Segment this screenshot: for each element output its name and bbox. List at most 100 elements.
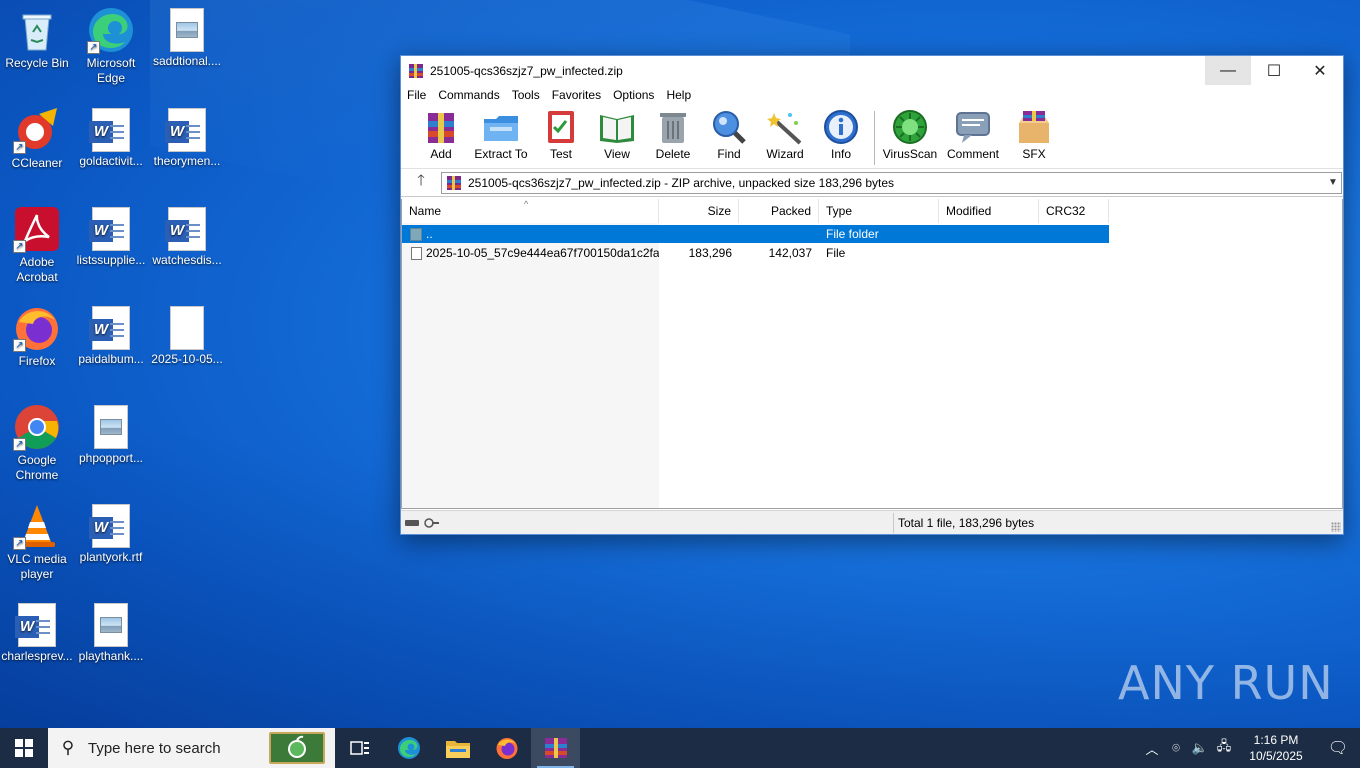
desktop-icon-adobe-acrobat[interactable]: ↗ Adobe Acrobat — [0, 205, 74, 285]
desktop-icon-playthank[interactable]: playthank.... — [74, 601, 148, 664]
column-header-crc32[interactable]: CRC32 — [1039, 199, 1109, 223]
column-header-modified[interactable]: Modified — [939, 199, 1039, 223]
desktop-icon-2025-10-05[interactable]: 2025-10-05... — [150, 304, 224, 367]
test-button[interactable]: Test — [533, 109, 589, 161]
desktop-icon-phpopport[interactable]: phpopport... — [74, 403, 148, 466]
winrar-icon — [447, 175, 461, 190]
chrome-icon: ↗ — [13, 403, 61, 451]
shortcut-arrow-icon: ↗ — [13, 141, 26, 154]
comment-button[interactable]: Comment — [940, 109, 1006, 161]
desktop-icon-listssupplie[interactable]: W listssupplie... — [74, 205, 148, 268]
desktop-icon-saddtional[interactable]: saddtional.... — [150, 6, 224, 69]
desktop-icon-label: goldactivit... — [79, 154, 143, 168]
cell-type: File — [826, 246, 846, 260]
drive-key-icon — [405, 517, 439, 528]
table-row[interactable]: .. File folder — [402, 225, 1109, 243]
column-header-size[interactable]: Size — [659, 199, 739, 223]
file-list[interactable]: Name ^ Size Packed Type Modified CRC32 ..… — [401, 199, 1343, 509]
taskbar-winrar[interactable] — [531, 728, 580, 768]
status-bar: Total 1 file, 183,296 bytes — [401, 510, 1343, 534]
desktop-icon-edge[interactable]: ↗ Microsoft Edge — [74, 6, 148, 86]
desktop-icon-label: Firefox — [18, 354, 56, 368]
tool-label: VirusScan — [882, 147, 938, 161]
maximize-button[interactable]: ☐ — [1251, 56, 1297, 85]
column-header-type[interactable]: Type — [819, 199, 939, 223]
desktop-icon-vlc[interactable]: ↗ VLC media player — [0, 502, 74, 582]
desktop-icon-label: charlesprev... — [1, 649, 73, 663]
column-header-packed[interactable]: Packed — [739, 199, 819, 223]
taskbar-firefox[interactable] — [482, 728, 531, 768]
menu-favorites[interactable]: Favorites — [546, 85, 607, 105]
desktop-icon-google-chrome[interactable]: ↗ Google Chrome — [0, 403, 74, 483]
desktop-icon-label: paidalbum... — [78, 352, 144, 366]
desktop-icon-theorymen[interactable]: W theorymen... — [150, 106, 224, 169]
start-button[interactable] — [0, 728, 48, 768]
volume-icon[interactable]: 🔈 — [1188, 740, 1212, 756]
firefox-icon — [496, 738, 517, 759]
cell-size: 183,296 — [688, 246, 732, 260]
tool-label: Wizard — [766, 147, 804, 161]
menu-commands[interactable]: Commands — [432, 85, 505, 105]
add-button[interactable]: Add — [413, 109, 469, 161]
winrar-window: 251005-qcs36szjz7_pw_infected.zip — ☐ ✕ … — [400, 55, 1344, 535]
taskbar-file-explorer[interactable] — [433, 728, 482, 768]
menu-help[interactable]: Help — [660, 85, 697, 105]
chevron-down-icon[interactable]: ▼ — [1325, 177, 1341, 188]
task-view-button[interactable] — [335, 728, 384, 768]
word-document-icon: W — [89, 207, 130, 251]
word-document-icon: W — [89, 504, 130, 548]
desktop-icon-label: theorymen... — [153, 154, 221, 168]
image-file-icon — [94, 603, 128, 647]
extract-to-button[interactable]: Extract To — [469, 109, 533, 161]
clock[interactable]: 1:16 PM 10/5/2025 — [1236, 732, 1316, 764]
find-button[interactable]: Find — [701, 109, 757, 161]
desktop-icon-goldactivit[interactable]: W goldactivit... — [74, 106, 148, 169]
desktop-icon-label: watchesdis... — [152, 253, 222, 267]
view-button[interactable]: View — [589, 109, 645, 161]
task-view-icon — [349, 741, 369, 755]
menu-tools[interactable]: Tools — [506, 85, 546, 105]
search-box[interactable]: ⚲ Type here to search — [48, 728, 335, 768]
desktop-icon-plantyork[interactable]: W plantyork.rtf — [74, 502, 148, 565]
desktop-icon-firefox[interactable]: ↗ Firefox — [0, 304, 74, 369]
desktop-icon-watchesdis[interactable]: W watchesdis... — [150, 205, 224, 268]
delete-button[interactable]: Delete — [645, 109, 701, 161]
search-highlight-image — [269, 732, 325, 764]
file-icon — [411, 246, 422, 260]
desktop-icon-label: VLC media player — [7, 552, 67, 581]
meet-now-icon[interactable]: ⌾ — [1164, 740, 1188, 756]
virusscan-button[interactable]: VirusScan — [880, 109, 940, 161]
sfx-button[interactable]: SFX — [1006, 109, 1062, 161]
desktop-icon-recycle-bin[interactable]: Recycle Bin — [0, 6, 74, 71]
path-combobox[interactable]: 251005-qcs36szjz7_pw_infected.zip - ZIP … — [441, 171, 1342, 194]
list-header: Name ^ Size Packed Type Modified CRC32 — [402, 199, 1342, 223]
menu-file[interactable]: File — [401, 85, 432, 105]
word-document-icon: W — [165, 108, 206, 152]
up-one-level-button[interactable]: 🡑 — [401, 170, 441, 195]
tool-label: Info — [830, 147, 851, 161]
resize-grip[interactable] — [1331, 522, 1341, 532]
desktop-icon-ccleaner[interactable]: ↗ CCleaner — [0, 106, 74, 171]
desktop-icon-label: 2025-10-05... — [151, 352, 223, 366]
desktop-icon-paidalbum[interactable]: W paidalbum... — [74, 304, 148, 367]
close-button[interactable]: ✕ — [1297, 56, 1343, 85]
title-bar[interactable]: 251005-qcs36szjz7_pw_infected.zip — ☐ ✕ — [401, 56, 1343, 85]
tool-label: Delete — [655, 147, 691, 161]
minimize-button[interactable]: — — [1205, 56, 1251, 85]
info-button[interactable]: Info — [813, 109, 869, 161]
chevron-up-icon[interactable]: ︿ — [1140, 739, 1164, 758]
taskbar-edge[interactable] — [384, 728, 433, 768]
winrar-icon — [409, 63, 423, 78]
table-row[interactable]: 2025-10-05_57c9e444ea67f700150da1c2fae..… — [402, 244, 1109, 262]
toolbar-separator — [874, 111, 875, 165]
wizard-button[interactable]: Wizard — [757, 109, 813, 161]
view-icon — [598, 109, 636, 145]
notification-icon[interactable]: 🗨 — [1316, 738, 1360, 758]
network-icon[interactable]: 🖧 — [1212, 737, 1236, 759]
watermark-text: ANY RUN — [1118, 656, 1334, 710]
column-header-name[interactable]: Name ^ — [402, 199, 659, 223]
image-file-icon — [94, 405, 128, 449]
windows-logo-icon — [15, 739, 33, 757]
menu-options[interactable]: Options — [607, 85, 660, 105]
desktop-icon-charlesprev[interactable]: W charlesprev... — [0, 601, 74, 664]
